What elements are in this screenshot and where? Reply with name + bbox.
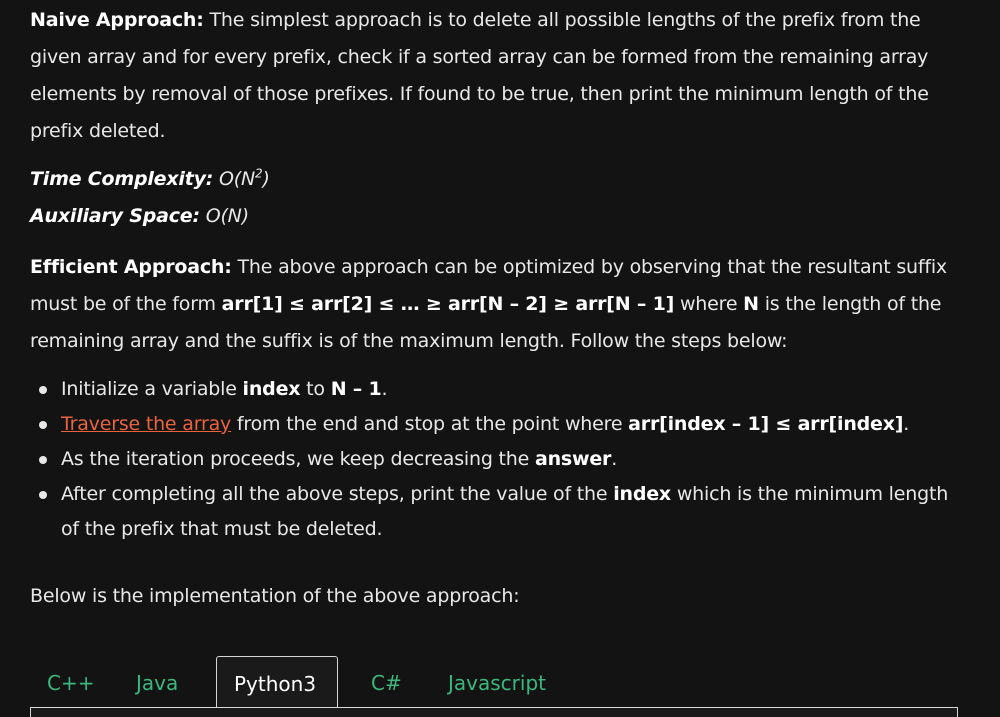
tab-javascript[interactable]: Javascript — [448, 656, 546, 708]
time-complexity-label: Time Complexity: — [30, 168, 214, 190]
tab-cpp[interactable]: C++ — [47, 656, 94, 708]
list-item: After completing all the above steps, pr… — [39, 477, 966, 547]
implementation-intro: Below is the implementation of the above… — [30, 585, 520, 607]
traverse-array-link[interactable]: Traverse the array — [61, 413, 231, 435]
list-item: As the iteration proceeds, we keep decre… — [39, 442, 966, 477]
complexity-block: Time Complexity: O(N2) Auxiliary Space: … — [30, 161, 970, 235]
time-complexity-line: Time Complexity: O(N2) — [30, 161, 970, 198]
list-item: Initialize a variable index to N – 1. — [39, 372, 966, 407]
auxiliary-space-label: Auxiliary Space: — [30, 205, 200, 227]
time-complexity-value: O(N2) — [213, 166, 270, 190]
efficient-approach-paragraph: Efficient Approach: The above approach c… — [30, 256, 947, 352]
suffix-form: arr[1] ≤ arr[2] ≤ … ≥ arr[N – 2] ≥ arr[N… — [221, 293, 675, 315]
auxiliary-space-value: O(N) — [199, 205, 249, 227]
tab-java[interactable]: Java — [136, 656, 178, 708]
naive-approach-heading: Naive Approach: — [30, 9, 204, 31]
steps-list: Initialize a variable index to N – 1. Tr… — [30, 372, 966, 547]
list-item: Traverse the array from the end and stop… — [39, 407, 966, 442]
naive-approach-paragraph: Naive Approach: The simplest approach is… — [30, 2, 970, 150]
tab-csharp[interactable]: C# — [371, 656, 402, 708]
efficient-approach-heading: Efficient Approach: — [30, 256, 232, 278]
code-panel — [30, 707, 958, 717]
language-tabs: C++ Java Python3 C# Javascript — [30, 656, 958, 708]
auxiliary-space-line: Auxiliary Space: O(N) — [30, 198, 970, 235]
tab-python3[interactable]: Python3 — [216, 656, 338, 708]
